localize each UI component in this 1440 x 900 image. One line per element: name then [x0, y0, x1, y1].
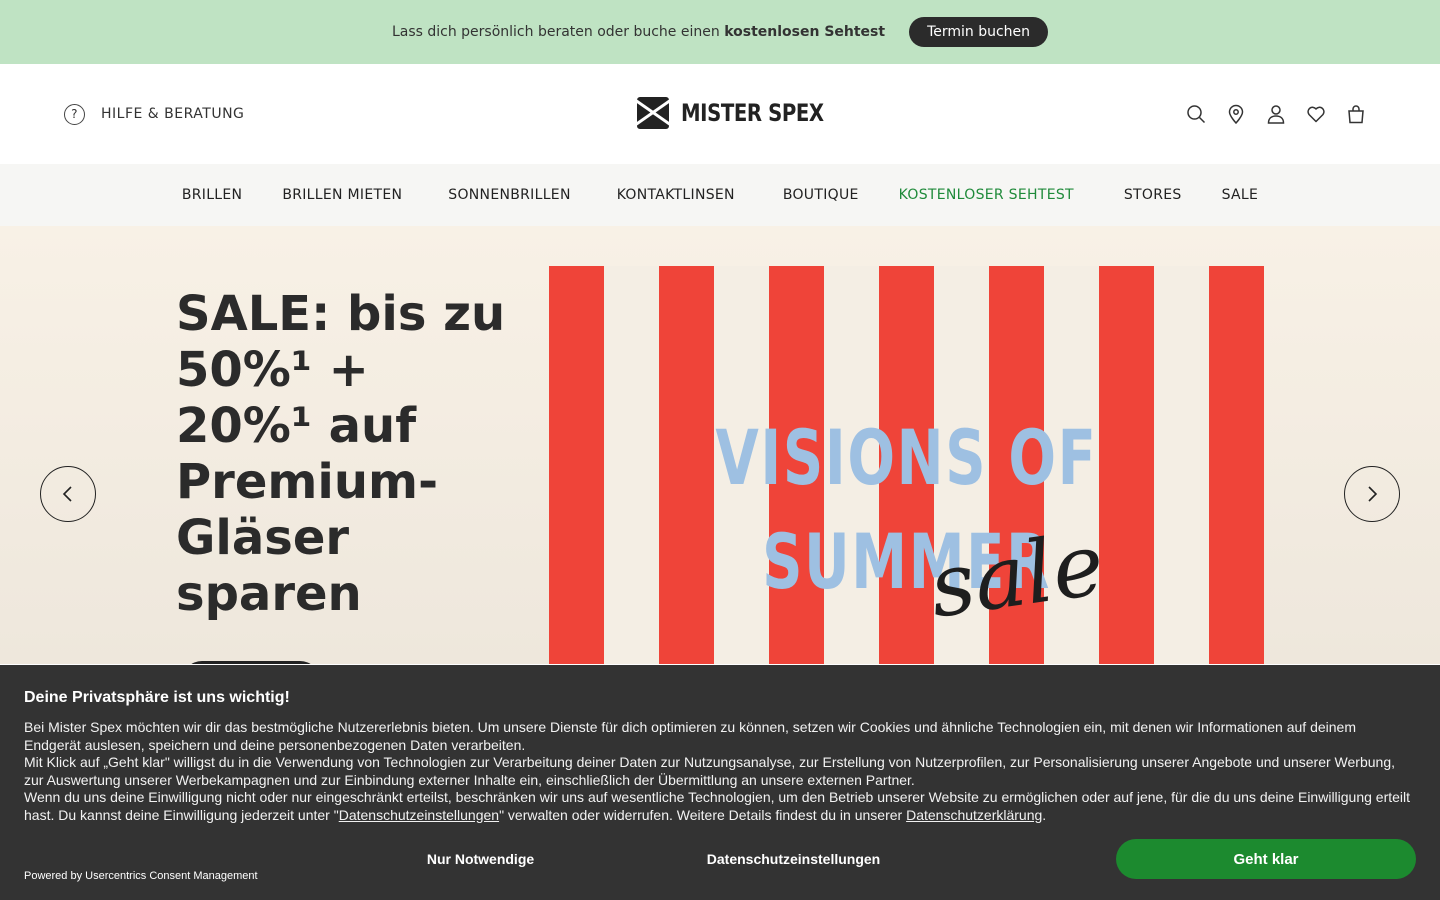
- cookie-consent-banner: Deine Privatsphäre ist uns wichtig! Bei …: [0, 665, 1440, 900]
- cookie-paragraph-1: Bei Mister Spex möchten wir dir das best…: [24, 719, 1356, 753]
- privacy-policy-link[interactable]: Datenschutzerklärung: [906, 807, 1042, 823]
- hero-banner-text: VISIONS OF SUMMER: [613, 406, 1199, 614]
- cookie-text-c: .: [1042, 806, 1047, 823]
- chevron-right-icon: [1368, 486, 1378, 502]
- only-necessary-button[interactable]: Nur Notwendige: [324, 851, 637, 867]
- logo[interactable]: MISTER SPEX: [637, 97, 855, 129]
- logo-mark-icon: [637, 97, 669, 129]
- chevron-left-icon: [62, 486, 72, 502]
- promo-text-bold: kostenlosen Sehtest: [724, 24, 886, 40]
- privacy-settings-button[interactable]: Datenschutzeinstellungen: [637, 851, 950, 867]
- help-label: HILFE & BERATUNG: [101, 106, 245, 122]
- nav-item-kontaktlinsen[interactable]: KONTAKTLINSEN: [597, 187, 763, 203]
- cart-icon[interactable]: [1346, 104, 1366, 124]
- location-icon[interactable]: [1226, 104, 1246, 124]
- promo-bar: Lass dich persönlich beraten oder buche …: [0, 0, 1440, 64]
- promo-text-main: Lass dich persönlich beraten oder buche …: [391, 24, 720, 40]
- carousel-prev-button[interactable]: [40, 466, 96, 522]
- promo-text: Lass dich persönlich beraten oder buche …: [392, 24, 885, 40]
- cookie-footer: Powered by Usercentrics Consent Manageme…: [24, 836, 1416, 882]
- hero-banner-line1: VISIONS OF: [715, 413, 1098, 502]
- logo-text: MISTER SPEX: [681, 99, 824, 127]
- main-nav: BRILLEN BRILLEN MIETEN SONNENBRILLEN KON…: [0, 164, 1440, 226]
- hero-headline: SALE: bis zu 50%¹ + 20%¹ auf Premium-Glä…: [176, 286, 506, 622]
- cookie-paragraph-3: Wenn du uns deine Einwilligung nicht ode…: [24, 789, 1416, 824]
- site-header: ? HILFE & BERATUNG MISTER SPEX: [0, 64, 1440, 164]
- accept-all-button[interactable]: Geht klar: [1116, 839, 1416, 879]
- nav-item-kostenloser-sehtest[interactable]: KOSTENLOSER SEHTEST: [879, 187, 1104, 203]
- hero-cta-button[interactable]: [182, 661, 320, 664]
- account-icon[interactable]: [1266, 104, 1286, 124]
- powered-by-text: Powered by Usercentrics Consent Manageme…: [24, 870, 258, 882]
- help-icon: ?: [64, 103, 85, 125]
- carousel-next-button[interactable]: [1344, 466, 1400, 522]
- cookie-title: Deine Privatsphäre ist uns wichtig!: [24, 689, 290, 706]
- nav-item-brillen-mieten[interactable]: BRILLEN MIETEN: [262, 187, 428, 203]
- hero-banner-line2: SUMMER: [762, 517, 1051, 606]
- hero-banner: SALE: bis zu 50%¹ + 20%¹ auf Premium-Glä…: [0, 226, 1440, 664]
- nav-item-sale[interactable]: SALE: [1202, 187, 1279, 203]
- search-icon[interactable]: [1186, 104, 1206, 124]
- help-link[interactable]: ? HILFE & BERATUNG: [64, 103, 245, 125]
- cookie-text-b: " verwalten oder widerrufen. Weitere Det…: [499, 806, 907, 823]
- nav-item-stores[interactable]: STORES: [1104, 187, 1202, 203]
- nav-item-sonnenbrillen[interactable]: SONNENBRILLEN: [428, 187, 596, 203]
- header-icons: [1186, 104, 1366, 124]
- book-appointment-button[interactable]: Termin buchen: [909, 17, 1049, 47]
- cookie-buttons: Nur Notwendige Datenschutzeinstellungen …: [324, 839, 1416, 879]
- wishlist-icon[interactable]: [1306, 104, 1326, 124]
- nav-item-boutique[interactable]: BOUTIQUE: [763, 187, 879, 203]
- nav-item-brillen[interactable]: BRILLEN: [162, 187, 262, 203]
- privacy-settings-link[interactable]: Datenschutzeinstellungen: [339, 807, 499, 823]
- cookie-paragraph-2: Mit Klick auf „Geht klar" willigst du in…: [24, 754, 1395, 788]
